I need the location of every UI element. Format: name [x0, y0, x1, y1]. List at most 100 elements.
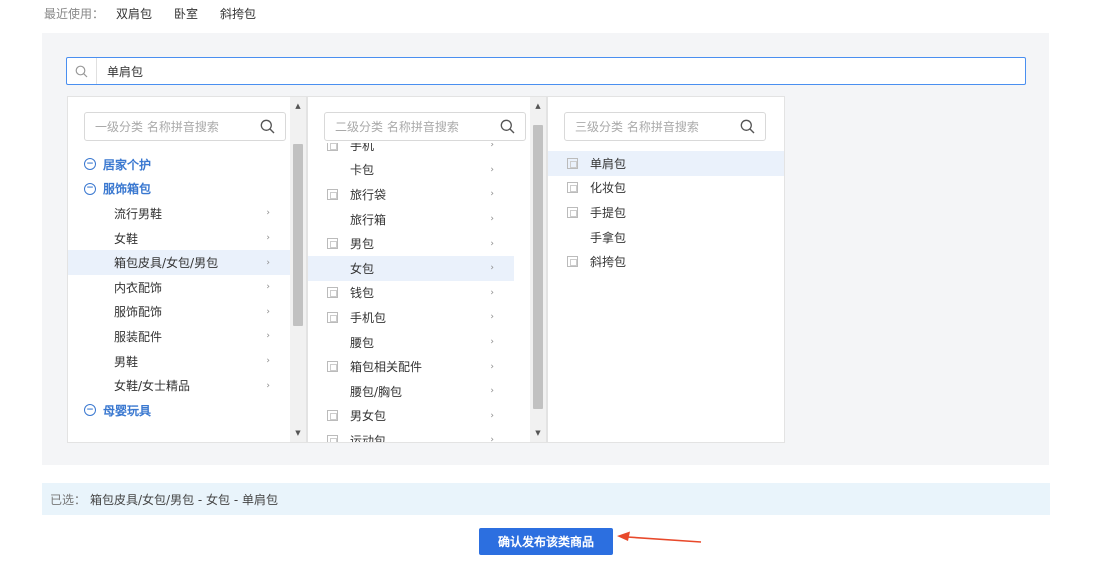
- chevron-right-icon: ›: [490, 361, 494, 372]
- level3-search-input[interactable]: 三级分类 名称拼音搜索: [564, 112, 766, 141]
- selected-path: 箱包皮具/女包/男包 - 女包 - 单肩包: [90, 492, 279, 507]
- category-group[interactable]: − 母婴玩具: [68, 398, 290, 423]
- category-item[interactable]: 流行男鞋 ›: [68, 201, 290, 226]
- recent-used-label: 最近使用：: [44, 6, 105, 21]
- category-item[interactable]: 腰包 ›: [308, 330, 514, 355]
- category-image-icon: [327, 361, 338, 373]
- category-image-icon: [327, 143, 338, 151]
- chevron-right-icon: ›: [490, 189, 494, 200]
- category-group[interactable]: − 服饰箱包: [68, 177, 290, 202]
- category-item[interactable]: 服装配件 ›: [68, 324, 290, 349]
- category-item[interactable]: 化妆包: [548, 176, 784, 201]
- collapse-icon[interactable]: −: [84, 404, 96, 417]
- category-image-icon: [327, 311, 338, 323]
- scroll-thumb[interactable]: [533, 125, 543, 409]
- category-label: 手机包: [350, 310, 387, 325]
- category-item[interactable]: 腰包/胸包 ›: [308, 379, 514, 404]
- chevron-right-icon: ›: [266, 282, 270, 293]
- category-item[interactable]: 钱包 ›: [308, 281, 514, 306]
- search-icon[interactable]: [740, 119, 755, 137]
- level1-list: − 居家个护 − 服饰箱包 流行男鞋 › 女鞋 › 箱包皮具/女包/男包 › 内衣配饰 › 服饰配饰 › 服…: [68, 152, 290, 423]
- chevron-right-icon: ›: [490, 386, 494, 397]
- category-label: 居家个护: [103, 157, 152, 172]
- chevron-right-icon: ›: [490, 238, 494, 249]
- red-arrow-icon: [617, 531, 702, 543]
- collapse-icon[interactable]: −: [84, 182, 96, 195]
- category-item[interactable]: 女鞋 ›: [68, 226, 290, 251]
- category-image-icon: [567, 256, 578, 268]
- category-item[interactable]: 运动包 ›: [308, 428, 514, 442]
- level2-search-input[interactable]: 二级分类 名称拼音搜索: [324, 112, 526, 141]
- chevron-right-icon: ›: [490, 214, 494, 225]
- recent-used-bar: 最近使用： 双肩包 卧室 斜挎包: [44, 4, 278, 22]
- category-label: 服饰箱包: [103, 182, 152, 197]
- category-item[interactable]: 单肩包: [548, 151, 784, 176]
- scroll-up-icon[interactable]: ▲: [290, 99, 306, 113]
- category-image-icon: [327, 188, 338, 200]
- chevron-right-icon: ›: [490, 143, 494, 151]
- category-item[interactable]: 箱包相关配件 ›: [308, 354, 514, 379]
- category-item[interactable]: 男鞋 ›: [68, 349, 290, 374]
- category-search-input[interactable]: 单肩包: [97, 63, 143, 80]
- level3-list: 单肩包化妆包手提包手拿包斜挎包: [548, 151, 784, 274]
- level1-scrollbar[interactable]: ▲ ▼: [290, 97, 306, 442]
- category-label: 钱包: [350, 286, 375, 301]
- category-label: 斜挎包: [590, 255, 627, 270]
- category-label: 化妆包: [590, 181, 627, 196]
- category-label: 旅行袋: [350, 187, 387, 202]
- category-label: 女包: [350, 261, 375, 276]
- category-item[interactable]: 手拿包: [548, 225, 784, 250]
- category-item[interactable]: 斜挎包: [548, 249, 784, 274]
- category-label: 服饰配饰: [114, 305, 163, 320]
- level2-scrollbar[interactable]: ▲ ▼: [530, 97, 546, 442]
- category-label: 箱包皮具/女包/男包: [114, 256, 219, 271]
- level2-category-column: 二级分类 名称拼音搜索 手机 › 卡包 › 旅行袋 › 旅行箱 › 男包 › 女包 › 钱包 › 手机包 › 腰…: [307, 96, 547, 443]
- category-search-bar[interactable]: 单肩包: [66, 57, 1026, 85]
- recent-item[interactable]: 双肩包: [116, 5, 152, 22]
- category-item[interactable]: 旅行箱 ›: [308, 207, 514, 232]
- category-image-icon: [567, 206, 578, 218]
- collapse-icon[interactable]: −: [84, 158, 96, 171]
- chevron-right-icon: ›: [266, 306, 270, 317]
- scroll-up-icon[interactable]: ▲: [530, 99, 546, 113]
- category-image-icon: [327, 434, 338, 442]
- level3-search-placeholder: 三级分类 名称拼音搜索: [575, 120, 699, 134]
- chevron-right-icon: ›: [266, 257, 270, 268]
- search-icon[interactable]: [500, 119, 515, 137]
- category-item[interactable]: 旅行袋 ›: [308, 182, 514, 207]
- selected-category-bar: 已选： 箱包皮具/女包/男包 - 女包 - 单肩包: [42, 483, 1050, 515]
- scroll-down-icon[interactable]: ▼: [290, 426, 306, 440]
- selected-label: 已选：: [50, 492, 87, 507]
- category-item[interactable]: 箱包皮具/女包/男包 ›: [68, 250, 290, 275]
- category-item[interactable]: 内衣配饰 ›: [68, 275, 290, 300]
- category-label: 手拿包: [590, 230, 627, 245]
- category-image-icon: [567, 157, 578, 169]
- category-label: 母婴玩具: [103, 403, 152, 418]
- recent-item[interactable]: 斜挎包: [220, 5, 256, 22]
- category-group[interactable]: − 居家个护: [68, 152, 290, 177]
- category-item[interactable]: 手提包: [548, 200, 784, 225]
- category-item[interactable]: 手机包 ›: [308, 305, 514, 330]
- category-item[interactable]: 手机 ›: [308, 143, 514, 158]
- category-label: 流行男鞋: [114, 206, 163, 221]
- category-item[interactable]: 服饰配饰 ›: [68, 300, 290, 325]
- recent-item[interactable]: 卧室: [174, 5, 198, 22]
- level1-search-input[interactable]: 一级分类 名称拼音搜索: [84, 112, 286, 141]
- category-label: 手提包: [590, 205, 627, 220]
- confirm-publish-button[interactable]: 确认发布该类商品: [479, 528, 613, 555]
- level1-category-column: 一级分类 名称拼音搜索 − 居家个护 − 服饰箱包 流行男鞋 › 女鞋 › 箱包皮具/女包/男包…: [67, 96, 307, 443]
- level2-list-viewport: 手机 › 卡包 › 旅行袋 › 旅行箱 › 男包 › 女包 › 钱包 › 手机包 › 腰包 › 箱包相关配件 › 腰包/…: [308, 143, 530, 442]
- category-item[interactable]: 女鞋/女士精品 ›: [68, 373, 290, 398]
- search-icon: [67, 58, 97, 84]
- category-label: 单肩包: [590, 156, 627, 171]
- category-item[interactable]: 卡包 ›: [308, 158, 514, 183]
- category-label: 旅行箱: [350, 212, 387, 227]
- category-image-icon: [327, 287, 338, 299]
- scroll-down-icon[interactable]: ▼: [530, 426, 546, 440]
- search-icon[interactable]: [260, 119, 275, 137]
- scroll-thumb[interactable]: [293, 144, 303, 326]
- category-item[interactable]: 男包 ›: [308, 231, 514, 256]
- category-item[interactable]: 女包 ›: [308, 255, 514, 281]
- category-label: 手机: [350, 143, 375, 153]
- category-item[interactable]: 男女包 ›: [308, 404, 514, 429]
